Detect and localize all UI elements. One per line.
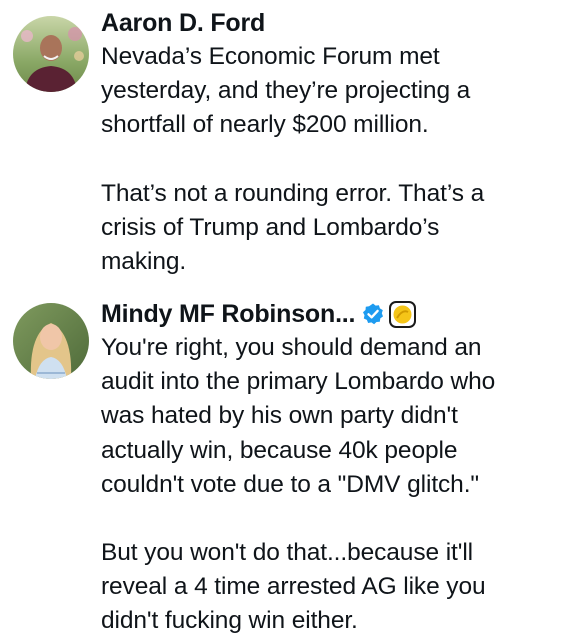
post-text-paragraph-2: That’s not a rounding error. That’s a cr… bbox=[101, 179, 485, 276]
avatar-image bbox=[13, 303, 89, 379]
author-name[interactable]: Aaron D. Ford bbox=[101, 6, 265, 40]
avatar[interactable] bbox=[13, 303, 89, 379]
post-text-paragraph-1: Nevada’s Economic Forum met yesterday, a… bbox=[101, 43, 471, 139]
avatar-image bbox=[13, 16, 89, 92]
author-name[interactable]: Mindy MF Robinson... bbox=[101, 297, 356, 331]
post-text-paragraph-1: You're right, you should demand an audit… bbox=[101, 334, 496, 498]
verified-badge-icon bbox=[361, 302, 385, 326]
avatar[interactable] bbox=[13, 16, 89, 92]
post-text-paragraph-2: But you won't do that...because it'll re… bbox=[101, 539, 486, 635]
affiliate-badge-icon[interactable] bbox=[389, 300, 417, 328]
